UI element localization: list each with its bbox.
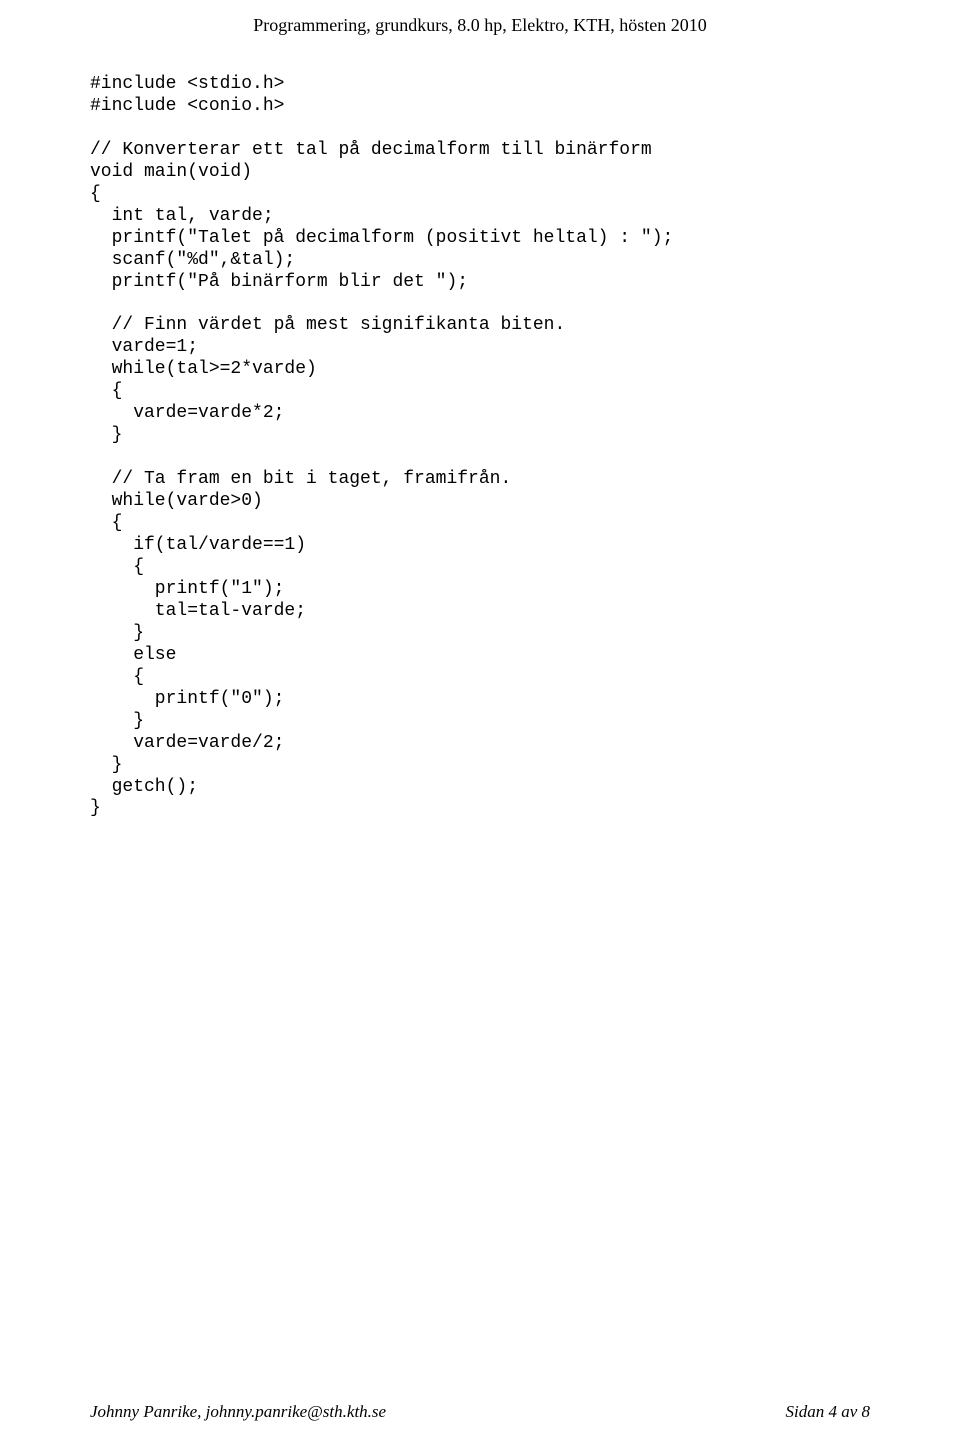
code-line: } [90,623,144,643]
code-line: int tal, varde; [90,206,274,226]
footer-page-number: Sidan 4 av 8 [785,1402,870,1422]
code-line: { [90,381,122,401]
code-line: { [90,557,144,577]
code-line: while(varde>0) [90,491,263,511]
code-line: scanf("%d",&tal); [90,250,295,270]
code-line: printf("Talet på decimalform (positivt h… [90,228,673,248]
code-block: #include <stdio.h> #include <conio.h> //… [90,74,870,820]
code-line: printf("1"); [90,579,284,599]
code-line: void main(void) [90,162,252,182]
code-line: varde=varde*2; [90,403,284,423]
code-line: varde=varde/2; [90,733,284,753]
code-line: if(tal/varde==1) [90,535,306,555]
code-line: } [90,425,122,445]
code-line: tal=tal-varde; [90,601,306,621]
code-line: getch(); [90,777,198,797]
code-line: #include <conio.h> [90,96,284,116]
page-footer: Johnny Panrike, johnny.panrike@sth.kth.s… [90,1402,870,1422]
code-line: } [90,711,144,731]
code-line: while(tal>=2*varde) [90,359,317,379]
page-container: Programmering, grundkurs, 8.0 hp, Elektr… [0,0,960,1440]
code-line: { [90,667,144,687]
code-line: { [90,513,122,533]
code-line: printf("På binärform blir det "); [90,272,468,292]
code-line: // Finn värdet på mest signifikanta bite… [90,315,565,335]
code-line: else [90,645,176,665]
code-line: // Ta fram en bit i taget, framifrån. [90,469,511,489]
footer-author: Johnny Panrike, johnny.panrike@sth.kth.s… [90,1402,386,1422]
code-line: } [90,755,122,775]
header-text: Programmering, grundkurs, 8.0 hp, Elektr… [253,15,706,35]
code-line: { [90,184,101,204]
code-line: } [90,798,101,818]
code-line: varde=1; [90,337,198,357]
page-header: Programmering, grundkurs, 8.0 hp, Elektr… [90,15,870,36]
code-line: #include <stdio.h> [90,74,284,94]
code-line: // Konverterar ett tal på decimalform ti… [90,140,652,160]
code-line: printf("0"); [90,689,284,709]
